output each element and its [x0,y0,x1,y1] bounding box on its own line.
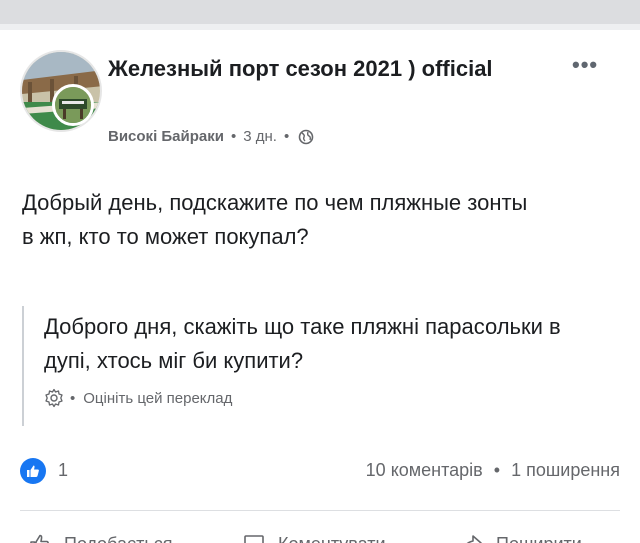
rate-separator: • [70,389,76,407]
stats-separator: • [493,460,501,480]
share-button-label: Поширити [496,534,582,543]
actions-divider [20,510,620,511]
rate-translation[interactable]: • Оцініть цей переклад [44,388,602,408]
comment-button[interactable]: Коментувати [242,532,386,543]
share-icon [466,535,482,543]
meta-separator-2: • [283,128,290,145]
comment-button-label: Коментувати [278,534,386,543]
post-time[interactable]: 3 дн. [243,128,277,145]
post-author[interactable]: Високі Байраки [108,128,224,145]
post-actions: Подобається Коментувати Поширити [0,526,640,543]
like-button-label: Подобається [64,534,173,543]
more-icon[interactable]: ••• [572,52,598,78]
translation-text: Доброго дня, скажіть що таке пляжні пара… [44,314,561,373]
globe-icon [298,129,314,145]
group-name[interactable]: Железный порт сезон 2021 ) official [108,54,548,84]
meta-separator: • [230,128,237,145]
comments-count[interactable]: 10 коментарів [366,460,483,480]
thumb-up-icon [30,534,49,543]
like-button[interactable]: Подобається [28,532,173,543]
shares-count[interactable]: 1 поширення [511,460,620,480]
avatar-badge [52,84,94,126]
badge-image [55,87,91,123]
like-count[interactable]: 1 [58,460,68,481]
feed-post: Железный порт сезон 2021 ) official Висо… [0,30,640,543]
stats-counts: 10 коментарів • 1 поширення [366,460,620,481]
post-meta: Високі Байраки • 3 дн. • [108,128,314,145]
comment-icon [244,535,264,543]
top-background-band [0,0,640,24]
like-icon[interactable] [20,458,46,484]
translation-block: Доброго дня, скажіть що таке пляжні пара… [22,306,602,426]
post-body: Добрый день, подскажите по чем пляжные з… [22,190,528,249]
rate-translation-label[interactable]: Оцініть цей переклад [83,390,232,407]
post-stats: 1 10 коментарів • 1 поширення [20,458,620,484]
share-button[interactable]: Поширити [460,532,582,543]
gear-icon[interactable] [44,388,64,408]
